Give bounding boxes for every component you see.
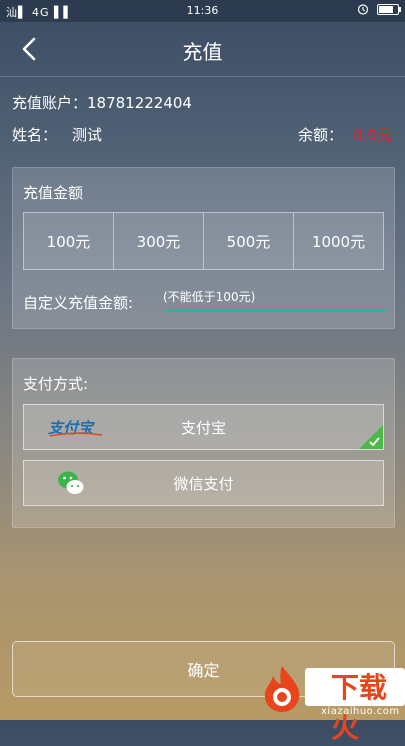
page-title: 充值 (182, 40, 223, 64)
alarm-icon (357, 4, 369, 15)
custom-amount-field (163, 286, 388, 312)
alipay-label: 支付宝 (180, 419, 226, 437)
recharge-panel: 充值金额 100元 300元 500元 1000元 自定义充值金额: (12, 167, 395, 329)
payment-panel: 支付方式: 支付宝 支付宝 微信支付 (12, 358, 395, 528)
battery-icon (377, 3, 401, 15)
amount-500-button[interactable]: 500元 (204, 213, 294, 269)
amount-100-button[interactable]: 100元 (24, 213, 114, 269)
status-right (357, 3, 401, 15)
watermark-site: xiazaihuo.com (321, 706, 400, 717)
custom-amount-label: 自定义充值金额: (23, 294, 134, 312)
recharge-title: 充值金额 (23, 184, 84, 202)
flame-logo-icon (264, 666, 300, 712)
balance-label: 余额： (297, 126, 343, 144)
selected-check-icon (359, 425, 383, 449)
watermark: 下载火 xiazaihuo.com (235, 662, 405, 744)
alipay-option[interactable]: 支付宝 支付宝 (23, 404, 384, 450)
status-time: 11:36 (186, 4, 219, 17)
name-label: 姓名： (12, 126, 58, 144)
amount-1000-button[interactable]: 1000元 (294, 213, 383, 269)
amount-options: 100元 300元 500元 1000元 (23, 212, 384, 270)
wechat-pay-option[interactable]: 微信支付 (23, 460, 384, 506)
balance-value: 0.0元 (353, 126, 392, 144)
account-number: 充值账户：18781222404 (12, 94, 192, 112)
amount-300-button[interactable]: 300元 (114, 213, 204, 269)
wechat-pay-label: 微信支付 (173, 475, 234, 493)
custom-amount-input[interactable] (163, 286, 388, 308)
header: 充值 (0, 22, 405, 77)
name-value: 测试 (72, 126, 103, 144)
status-bar: 汕▌ 4G ▌▌ 11:36 (0, 0, 405, 22)
payment-title: 支付方式: (23, 375, 89, 393)
